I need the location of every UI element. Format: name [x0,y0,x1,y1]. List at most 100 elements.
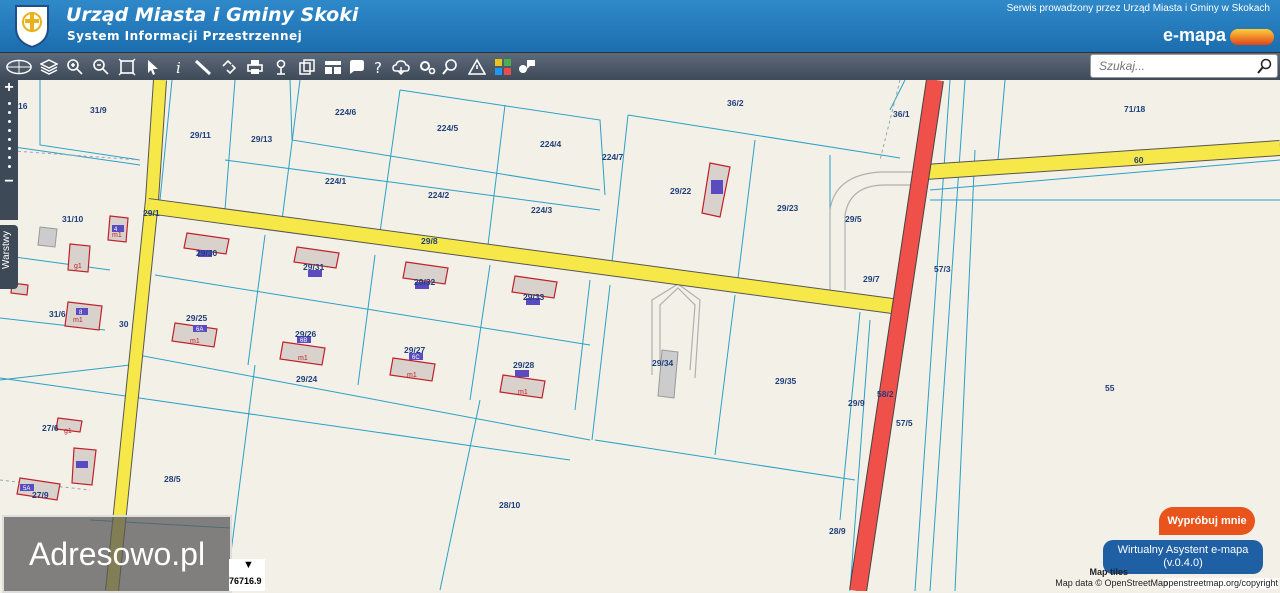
help-icon[interactable]: ? [368,56,390,78]
link-icon[interactable] [218,56,240,78]
search-input[interactable] [1097,55,1251,77]
parcel-label: 57/3 [934,264,951,274]
search-map-icon[interactable] [440,56,462,78]
parcel-label: 31/10 [62,214,84,224]
parcel-label: 31/6 [49,309,66,319]
parcel-label: 224/2 [428,190,450,200]
info-icon[interactable]: i [168,56,190,78]
attribution-link[interactable]: openstreetmap.org/copyright [1163,578,1278,589]
parcel-label: 29/35 [775,376,797,386]
comment-icon[interactable] [346,56,368,78]
assistant-title: Wirtualny Asystent e-mapa [1117,544,1249,556]
chevron-down-icon[interactable]: ▼ [243,559,254,571]
parcel-label: 29/28 [513,360,535,370]
zoom-in-icon[interactable] [64,56,86,78]
parcel-label: 29/8 [421,236,438,246]
parcel-label: 29/32 [414,277,436,287]
zoom-out-icon[interactable] [90,56,112,78]
app-subtitle: System Informacji Przestrzennej [67,29,303,43]
yellow-roads [105,80,1280,591]
zoom-plus-button[interactable]: + [0,80,18,96]
brand-badge-icon [1230,29,1274,45]
parcel-label: 29/30 [196,248,218,258]
parcel-label: 29/24 [296,374,318,384]
layers-tab-label: Warstwy [1,231,12,269]
zoom-extent-icon[interactable] [116,56,138,78]
parcel-label: 29/9 [848,398,865,408]
measure-icon[interactable] [192,56,214,78]
parcel-label: 224/1 [325,176,347,186]
building-label: g1 [74,263,82,270]
parcel-label: 29/31 [303,262,325,272]
operator-note: Serwis prowadzony przez Urząd Miasta i G… [1006,3,1270,14]
building-label: m1 [407,372,417,379]
building-label: m1 [190,338,200,345]
building-number: 6C [412,355,420,361]
parcel-label: 30 [119,319,129,329]
coordinate-panel[interactable]: ▼ 76716.9 [229,559,265,591]
red-road [850,80,943,591]
try-me-button[interactable]: Wypróbuj mnie [1159,507,1255,535]
parcel-label: 28/5 [164,474,181,484]
layers-icon[interactable] [38,56,60,78]
parcel-label: 55 [1105,383,1115,393]
attribution-data: Map data © OpenStreetMap [1055,578,1168,588]
app-title: Urząd Miasta i Gminy Skoki [66,4,359,26]
svg-text:?: ? [374,59,382,76]
layers-tab[interactable]: Warstwy [0,225,18,289]
globe-icon[interactable] [4,56,34,78]
parcel-label: 27/6 [42,423,59,433]
parcel-label: 57/5 [896,418,913,428]
parcel-label: 29/1 [143,208,160,218]
map-attribution: Map tiles Map data © OpenStreetMap opens… [1055,567,1278,589]
pin-icon[interactable] [270,56,292,78]
svg-text:i: i [176,59,181,76]
building-label: m1 [73,317,83,324]
parcel-label: 224/5 [437,123,459,133]
parcel-label: 28/9 [829,526,846,536]
building-label: m1 [518,389,528,396]
grid-icon[interactable] [492,56,514,78]
cloud-icon[interactable] [390,56,412,78]
building-label: m1 [112,232,122,239]
search-box[interactable] [1090,54,1278,78]
parcel-label: 224/3 [531,205,553,215]
building-number: 5A [23,486,30,492]
buildings [10,162,731,501]
settings-icon[interactable] [416,56,438,78]
parcel-label: 29/5 [845,214,862,224]
parcel-label: 29/7 [863,274,880,284]
parcel-label: 16 [18,101,28,111]
map-toolbar: i ? [0,52,1280,81]
parcel-label: 29/33 [523,292,545,302]
copy-icon[interactable] [296,56,318,78]
attribution-tiles: Map tiles [1089,567,1128,577]
zoom-minus-button[interactable]: − [0,174,18,190]
parcel-label: 29/23 [777,203,799,213]
search-icon[interactable] [1257,58,1273,74]
chat-icon[interactable] [516,56,538,78]
parcel-label: 36/1 [893,109,910,119]
parcel-label: 71/18 [1124,104,1146,114]
parcel-label: 224/6 [335,107,357,117]
warning-icon[interactable] [466,56,488,78]
building-label: m1 [298,355,308,362]
parcel-label: 29/11 [190,130,211,140]
print-icon[interactable] [244,56,266,78]
parcel-label: 29/27 [404,345,426,355]
coordinate-value: 76716.9 [229,576,262,586]
parcel-label: 224/7 [602,152,624,162]
parcel-label: 29/34 [652,358,674,368]
pointer-icon[interactable] [142,56,164,78]
parcel-label: 28/10 [499,500,521,510]
parcel-label: 224/4 [540,139,562,149]
parcel-label: 29/25 [186,313,208,323]
building-number: 6A [196,327,203,333]
parcel-label: 60 [1134,155,1144,165]
parcel-label: 36/2 [727,98,744,108]
brand-name: e-mapa [1162,25,1226,45]
watermark: Adresowo.pl [2,515,232,593]
parcel-label: 29/13 [251,134,273,144]
layout-icon[interactable] [322,56,344,78]
zoom-control: + − [0,80,18,220]
